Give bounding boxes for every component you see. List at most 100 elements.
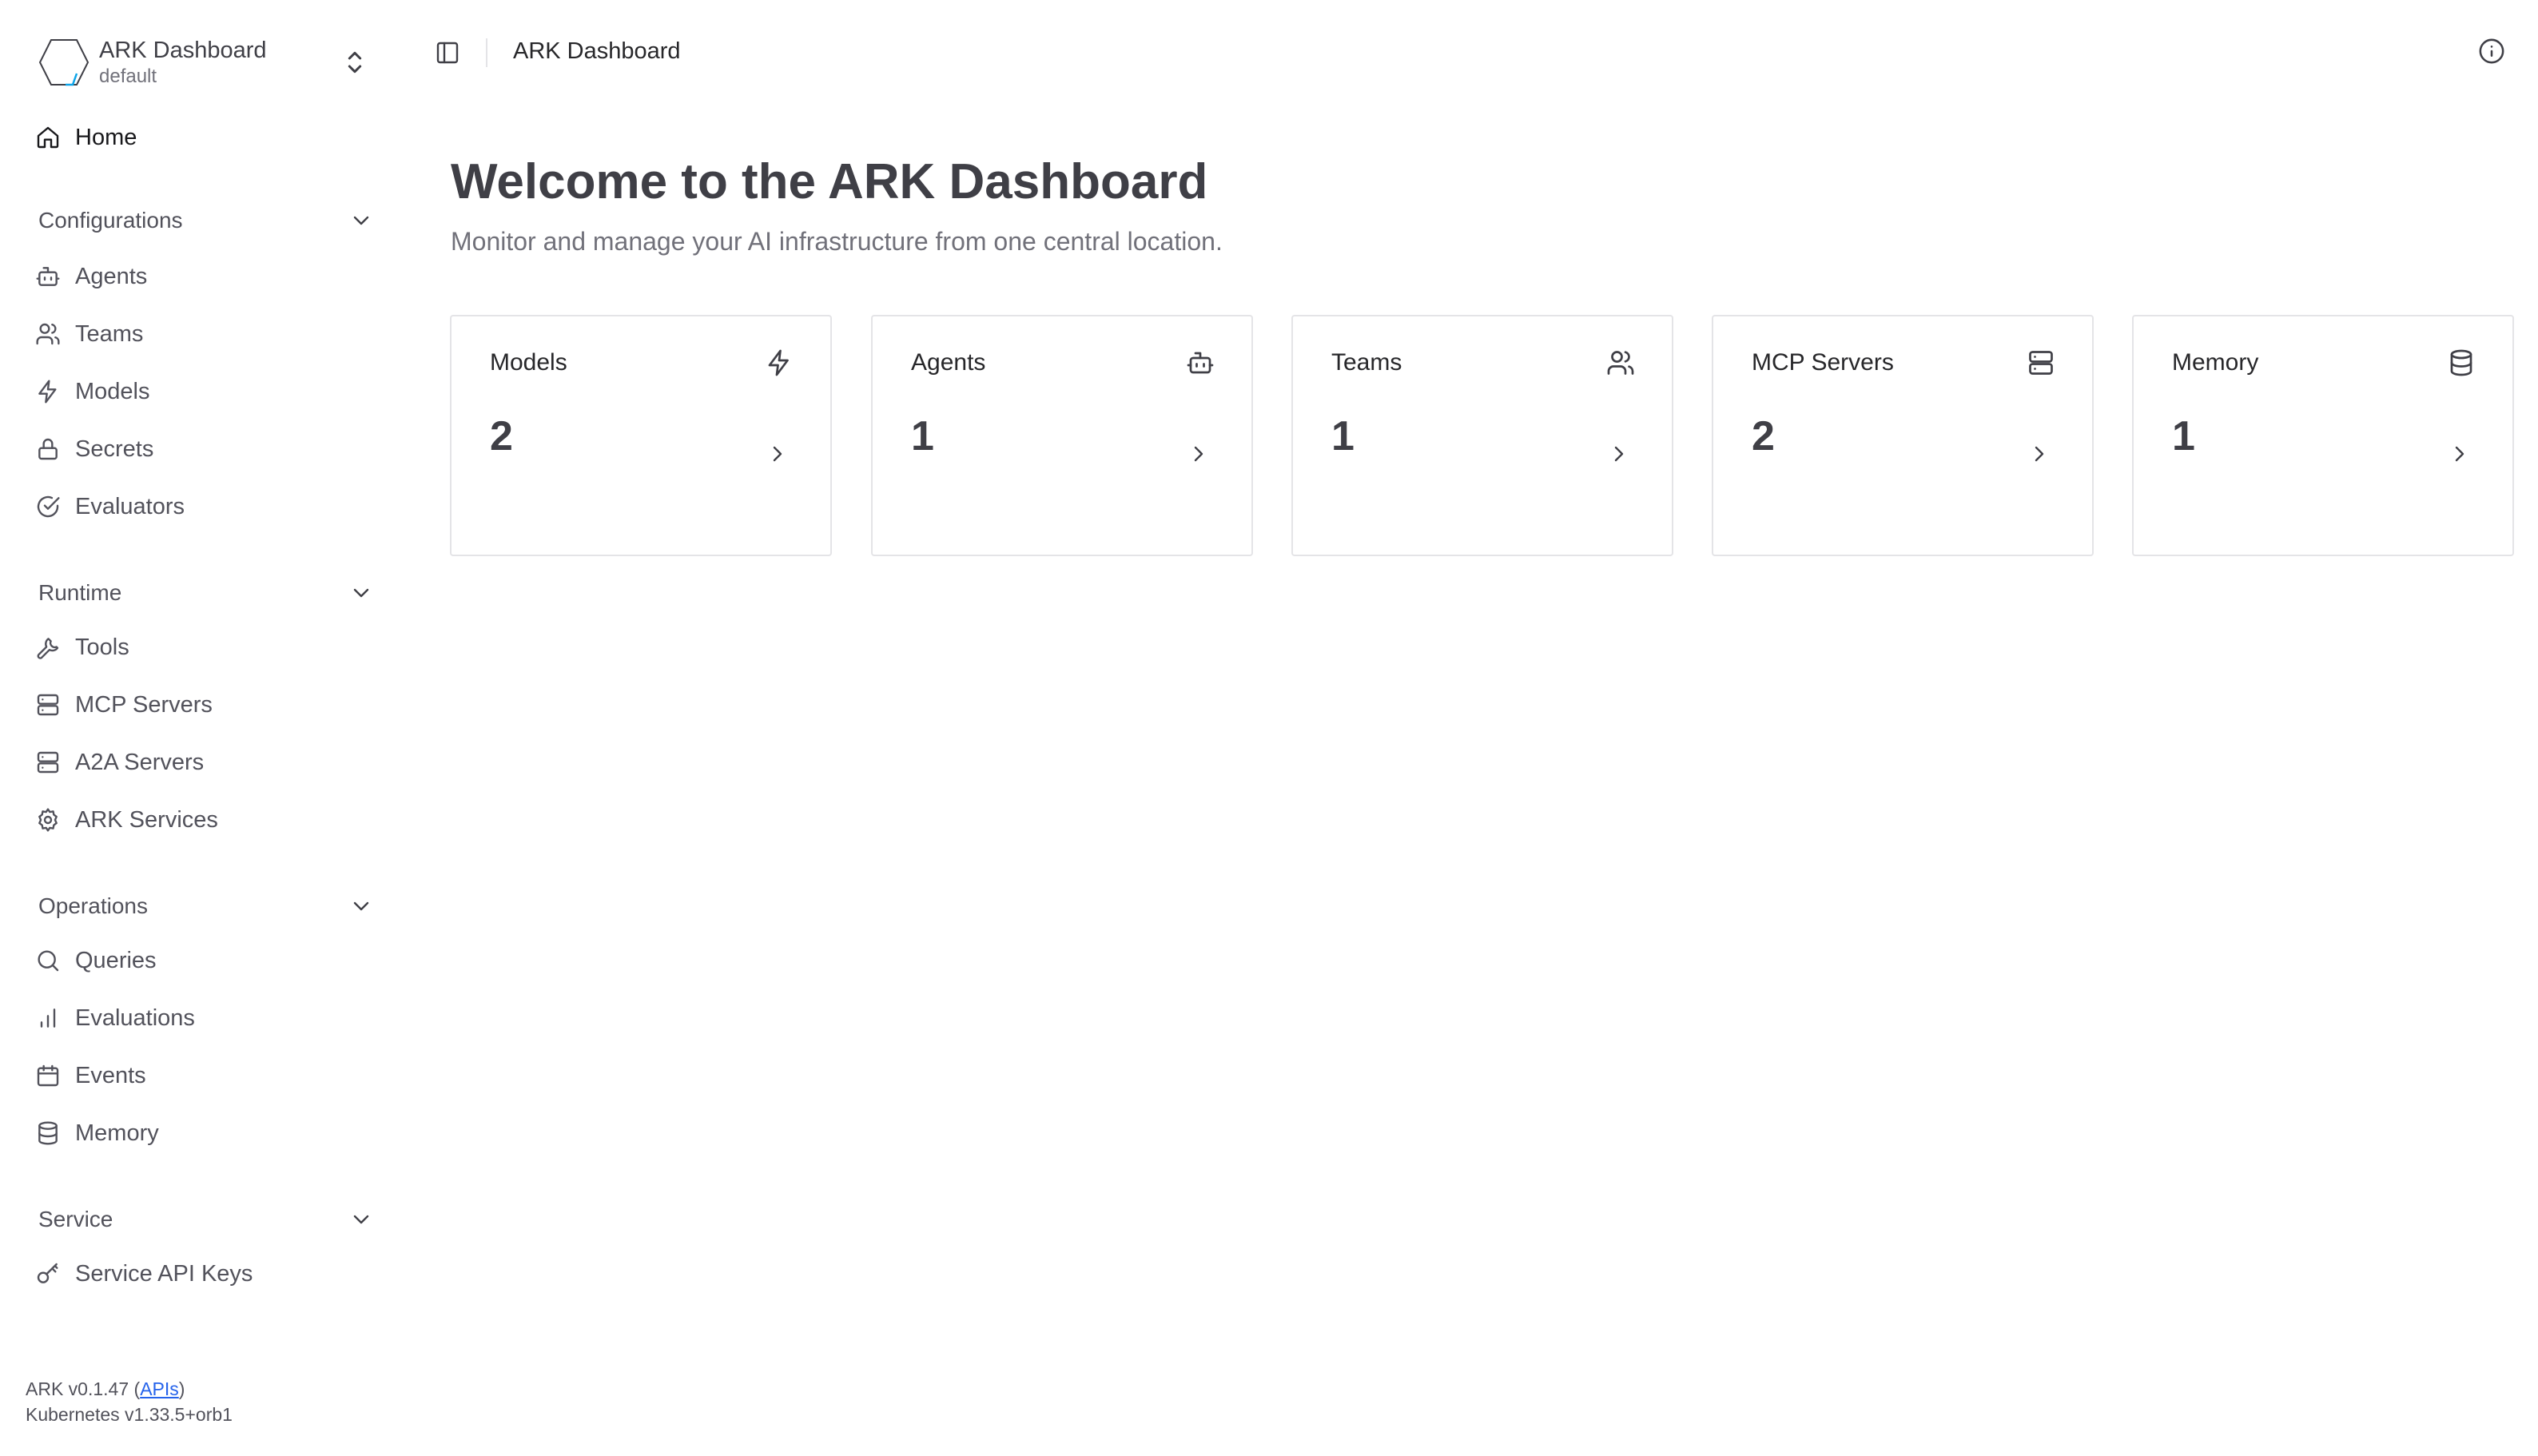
sidebar-toggle-button[interactable] <box>428 34 467 72</box>
calendar-icon <box>35 1063 61 1088</box>
sidebar-item-memory[interactable]: Memory <box>35 1109 371 1157</box>
card-title: Memory <box>2172 349 2259 376</box>
sidebar-item-evaluations[interactable]: Evaluations <box>35 994 371 1042</box>
group-title: Service <box>38 1207 113 1231</box>
chevron-down-icon <box>348 1207 374 1232</box>
card-title: Agents <box>911 349 986 376</box>
apis-link[interactable]: APIs <box>140 1378 179 1399</box>
users-icon <box>35 321 61 347</box>
sidebar-item-label: Memory <box>75 1120 159 1146</box>
sidebar: ARK Dashboard default Home Configuration… <box>0 0 396 1456</box>
panel-left-icon <box>436 42 459 64</box>
sidebar-item-label: Secrets <box>75 436 154 462</box>
lock-icon <box>35 436 61 462</box>
sidebar-item-home[interactable]: Home <box>35 115 371 160</box>
kubernetes-version: Kubernetes v1.33.5+orb1 <box>26 1404 233 1425</box>
card-title: Teams <box>1331 349 1402 376</box>
database-icon <box>2447 348 2476 377</box>
group-configurations[interactable]: Configurations <box>38 201 374 240</box>
sidebar-item-a2a-servers[interactable]: A2A Servers <box>35 738 371 786</box>
chevron-down-icon <box>348 580 374 606</box>
sidebar-item-secrets[interactable]: Secrets <box>35 425 371 473</box>
topbar-divider <box>486 38 487 67</box>
sidebar-item-label: Agents <box>75 263 148 289</box>
chevron-right-icon <box>2027 441 2052 467</box>
group-title: Configurations <box>38 208 183 233</box>
server-icon <box>35 750 61 775</box>
bot-icon <box>35 264 61 289</box>
group-operations[interactable]: Operations <box>38 887 374 925</box>
database-icon <box>35 1120 61 1146</box>
namespace-label: default <box>99 66 157 87</box>
group-service[interactable]: Service <box>38 1200 374 1239</box>
wrench-icon <box>35 635 61 660</box>
chevron-right-icon <box>1186 441 1211 467</box>
version-footer: ARK v0.1.47 (APIs) Kubernetes v1.33.5+or… <box>26 1376 233 1427</box>
group-title: Operations <box>38 893 148 918</box>
sidebar-item-evaluators[interactable]: Evaluators <box>35 483 371 531</box>
card-value: 2 <box>490 413 513 459</box>
chevron-right-icon <box>765 441 790 467</box>
bar-chart-icon <box>35 1005 61 1031</box>
sidebar-item-label: Evaluations <box>75 1004 195 1031</box>
chevron-down-icon <box>348 893 374 919</box>
server-icon <box>35 692 61 718</box>
search-icon <box>35 948 61 973</box>
info-button[interactable] <box>2474 34 2509 69</box>
card-value: 2 <box>1752 413 1775 459</box>
sidebar-item-agents[interactable]: Agents <box>35 253 371 300</box>
sidebar-item-label: Events <box>75 1062 146 1088</box>
info-icon <box>2479 38 2504 64</box>
sidebar-item-queries[interactable]: Queries <box>35 937 371 985</box>
sidebar-item-label: ARK Services <box>75 806 218 833</box>
check-circle-icon <box>35 494 61 519</box>
sidebar-item-ark-services[interactable]: ARK Services <box>35 796 371 844</box>
card-agents[interactable]: Agents 1 <box>871 315 1253 556</box>
key-icon <box>35 1261 61 1287</box>
chevron-right-icon <box>1606 441 1632 467</box>
sidebar-item-label: MCP Servers <box>75 691 213 718</box>
sidebar-item-label: A2A Servers <box>75 749 205 775</box>
card-title: Models <box>490 349 567 376</box>
bot-icon <box>1186 348 1215 377</box>
card-value: 1 <box>2172 413 2195 459</box>
sidebar-item-label: Queries <box>75 947 157 973</box>
ark-logo-icon <box>38 39 90 86</box>
breadcrumb: ARK Dashboard <box>513 38 681 64</box>
chevrons-up-down-icon[interactable] <box>339 46 371 78</box>
sidebar-item-label: Evaluators <box>75 493 185 519</box>
gear-icon <box>35 807 61 833</box>
page-subtitle: Monitor and manage your AI infrastructur… <box>451 227 1223 256</box>
card-memory[interactable]: Memory 1 <box>2132 315 2514 556</box>
card-value: 1 <box>911 413 934 459</box>
users-icon <box>1606 348 1635 377</box>
sidebar-item-models[interactable]: Models <box>35 368 371 416</box>
page-title: Welcome to the ARK Dashboard <box>451 154 1208 209</box>
card-models[interactable]: Models 2 <box>450 315 832 556</box>
sidebar-item-service-api-keys[interactable]: Service API Keys <box>35 1250 371 1298</box>
chevron-right-icon <box>2447 441 2472 467</box>
card-value: 1 <box>1331 413 1355 459</box>
sidebar-item-label: Service API Keys <box>75 1260 253 1287</box>
card-mcp-servers[interactable]: MCP Servers 2 <box>1712 315 2094 556</box>
sidebar-item-mcp-servers[interactable]: MCP Servers <box>35 681 371 729</box>
server-icon <box>2027 348 2055 377</box>
sidebar-item-tools[interactable]: Tools <box>35 623 371 671</box>
brand-title: ARK Dashboard <box>99 38 267 63</box>
ark-version: ARK v0.1.47 (APIs) <box>26 1378 185 1399</box>
topbar: ARK Dashboard <box>396 0 2538 101</box>
group-title: Runtime <box>38 580 122 605</box>
sidebar-item-label: Home <box>75 124 137 150</box>
sidebar-item-teams[interactable]: Teams <box>35 310 371 358</box>
sidebar-item-label: Tools <box>75 634 129 660</box>
card-title: MCP Servers <box>1752 349 1894 376</box>
sidebar-item-label: Models <box>75 378 150 404</box>
card-teams[interactable]: Teams 1 <box>1291 315 1673 556</box>
chevron-down-icon <box>348 208 374 233</box>
group-runtime[interactable]: Runtime <box>38 574 374 612</box>
sidebar-item-label: Teams <box>75 320 144 347</box>
zap-icon <box>765 348 794 377</box>
namespace-switcher[interactable]: ARK Dashboard default <box>35 32 371 93</box>
sidebar-item-events[interactable]: Events <box>35 1052 371 1100</box>
home-icon <box>35 125 61 150</box>
